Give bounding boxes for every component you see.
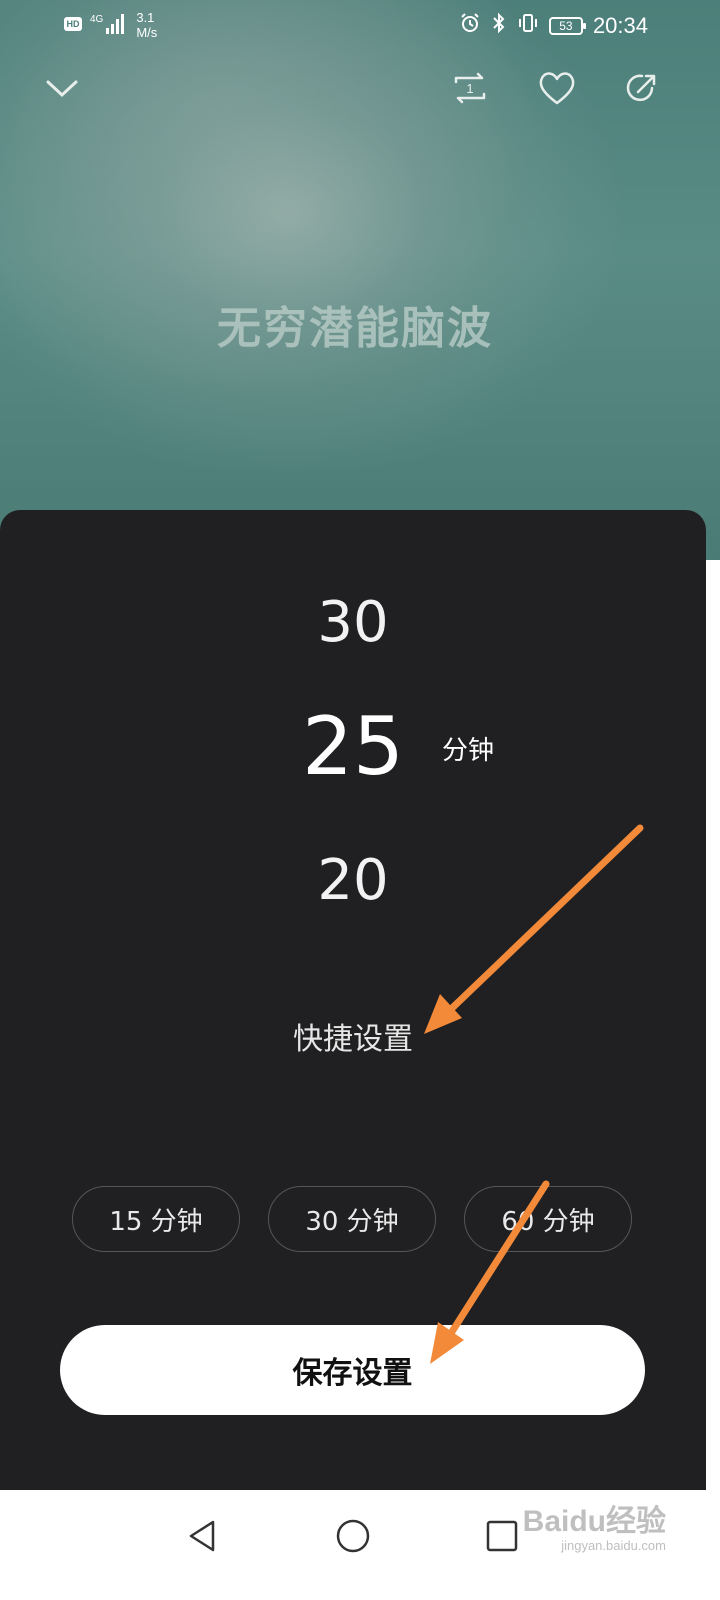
album-background [0, 0, 720, 560]
status-bar: HD 4G 3.1 M/s 53 20:34 [0, 0, 720, 50]
sleep-timer-sheet: 30 25 分钟 20 快捷设置 15 分钟 30 分钟 60 分钟 保存设置 [0, 510, 706, 1490]
share-button[interactable] [620, 68, 664, 112]
song-title: 无穷潜能脑波 [217, 303, 493, 354]
bluetooth-icon [491, 12, 507, 39]
quick-option-15-button[interactable]: 15 分钟 [72, 1186, 240, 1252]
back-triangle-icon [185, 1518, 219, 1558]
repeat-one-icon: 1 [450, 68, 490, 112]
baidu-jingyan-watermark: Baidu经验 jingyan.baidu.com [523, 1496, 666, 1553]
repeat-mode-button[interactable]: 1 [448, 68, 492, 112]
recents-square-icon [485, 1519, 519, 1557]
watermark-main: Baidu经验 [522, 1505, 666, 1538]
picker-option-lower[interactable]: 20 [0, 848, 706, 913]
alarm-icon [459, 12, 481, 39]
network-speed-value: 3.1 [136, 10, 155, 25]
chevron-down-icon [45, 77, 79, 103]
home-circle-icon [335, 1518, 371, 1558]
quick-option-30-button[interactable]: 30 分钟 [268, 1186, 436, 1252]
network-speed: 3.1 M/s [136, 10, 157, 40]
quick-settings-label: 快捷设置 [293, 1022, 413, 1057]
status-time: 20:34 [592, 12, 648, 38]
nav-home-button[interactable] [323, 1508, 383, 1568]
network-indicator: 4G [90, 10, 125, 34]
system-navigation-bar: Baidu经验 jingyan.baidu.com [0, 1490, 720, 1600]
network-speed-unit: M/s [136, 25, 158, 40]
hd-badge: HD [64, 17, 82, 31]
svg-text:1: 1 [466, 81, 473, 96]
status-left: HD 4G 3.1 M/s [64, 10, 157, 40]
collapse-button[interactable] [40, 68, 84, 112]
share-icon [622, 68, 662, 112]
signal-icon [106, 12, 125, 34]
picker-option-upper[interactable]: 30 [0, 590, 706, 655]
network-type: 4G [90, 14, 104, 25]
battery-icon: 53 [548, 16, 586, 35]
heart-icon [537, 70, 577, 110]
picker-unit-label: 分钟 [442, 736, 495, 766]
nav-back-button[interactable] [172, 1508, 232, 1568]
save-settings-button[interactable]: 保存设置 [60, 1325, 645, 1415]
picker-option-selected[interactable]: 25 [0, 700, 706, 793]
quick-option-60-button[interactable]: 60 分钟 [464, 1186, 632, 1252]
watermark-sub: jingyan.baidu.com [561, 1538, 666, 1553]
vibrate-icon [517, 12, 539, 39]
favorite-button[interactable] [535, 68, 579, 112]
status-right: 53 20:34 [459, 12, 648, 39]
